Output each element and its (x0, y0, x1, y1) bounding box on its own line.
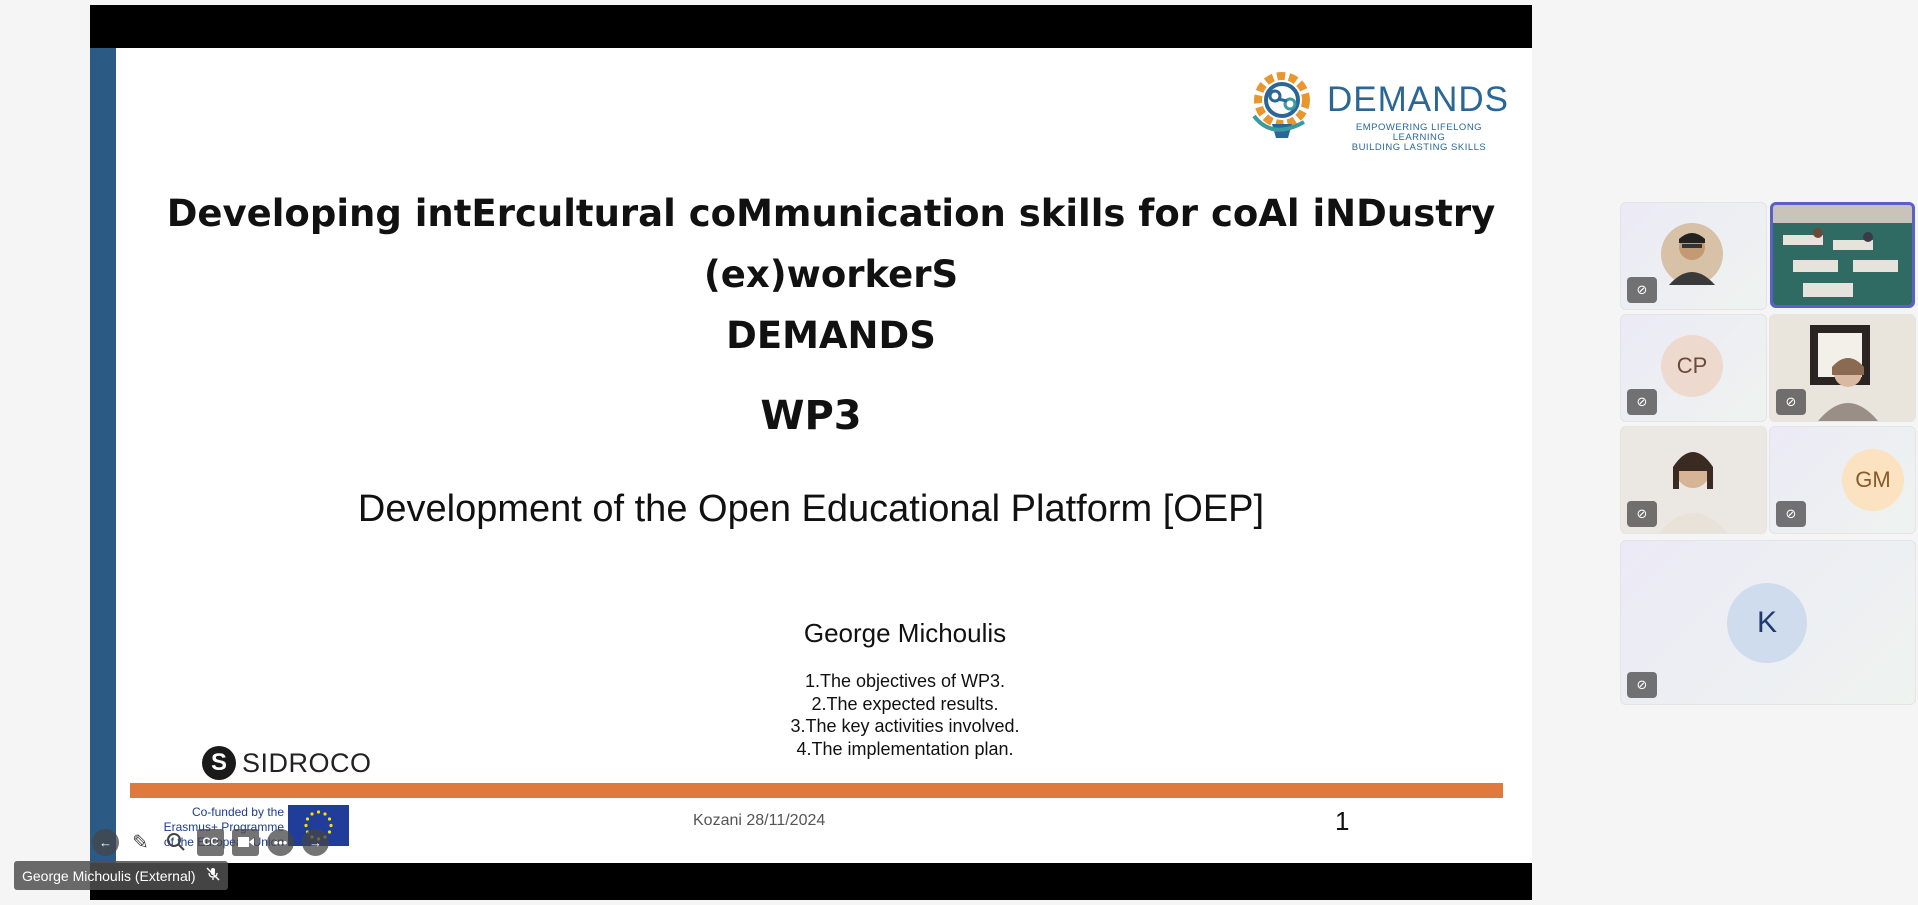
presenter-name-badge: George Michoulis (External) (14, 861, 228, 890)
slide-left-bar (90, 48, 116, 863)
slide-orange-bar (130, 783, 1503, 798)
presentation-toolbar: ← ✎ CC ••• → (92, 827, 329, 857)
search-icon[interactable] (162, 829, 189, 856)
workpackage-heading: WP3 (760, 393, 862, 439)
camera-icon[interactable] (232, 828, 259, 856)
mic-off-icon: ⊘ (1627, 672, 1657, 698)
video-feed-classroom (1773, 205, 1912, 305)
sidroco-logo: S SIDROCO (202, 744, 382, 784)
participant-tile[interactable]: GM ⊘ (1769, 426, 1916, 534)
slide-page-number: 1 (1335, 806, 1350, 836)
slide: DEMANDS EMPOWERING LIFELONG LEARNING BUI… (90, 48, 1532, 863)
presenter-name: George Michoulis (External) (22, 867, 196, 884)
slide-footer-date: Kozani 28/11/2024 (693, 812, 826, 829)
mic-off-icon: ⊘ (1776, 501, 1806, 527)
outline-item: 2.The expected results. (811, 693, 999, 714)
back-icon[interactable]: ← (92, 828, 119, 856)
demands-logo: DEMANDS EMPOWERING LIFELONG LEARNING BUI… (1242, 66, 1512, 153)
more-icon[interactable]: ••• (267, 828, 294, 856)
slide-outline: 1.The objectives of WP3. 2.The expected … (560, 670, 1250, 760)
slide-subtitle: Development of the Open Educational Plat… (357, 488, 1265, 530)
forward-icon[interactable]: → (302, 828, 329, 856)
mic-off-icon: ⊘ (1627, 389, 1657, 415)
presentation-stage: DEMANDS EMPOWERING LIFELONG LEARNING BUI… (90, 5, 1532, 900)
sidroco-logo-word: SIDROCO (242, 748, 372, 778)
sidroco-logo-mark: S (202, 746, 236, 780)
demands-logo-word: DEMANDS (1327, 80, 1510, 119)
slide-author: George Michoulis (803, 618, 1007, 648)
outline-item: 1.The objectives of WP3. (804, 671, 1006, 691)
participant-tile[interactable]: ⊘ (1769, 314, 1916, 422)
mic-off-icon: ⊘ (1776, 389, 1806, 415)
mic-off-icon: ⊘ (1627, 501, 1657, 527)
participant-tile[interactable]: CP ⊘ (1620, 314, 1767, 422)
demands-logo-tagline: EMPOWERING LIFELONG LEARNING BUILDING LA… (1351, 122, 1487, 153)
participant-tile[interactable]: ⊘ (1620, 202, 1767, 310)
slide-title-line-2: DEMANDS (726, 314, 936, 357)
mic-off-icon (205, 867, 220, 884)
avatar: GM (1842, 449, 1904, 511)
mic-off-icon: ⊘ (1627, 277, 1657, 303)
participant-tile[interactable]: K ⊘ (1620, 540, 1916, 705)
outline-item: 3.The key activities involved. (790, 716, 1020, 736)
avatar: CP (1661, 335, 1723, 397)
slide-title-line-1: Developing intErcultural coMmunication s… (166, 192, 1496, 296)
avatar (1661, 223, 1723, 285)
participant-tile[interactable]: ⊘ (1620, 426, 1767, 534)
slide-title: Developing intErcultural coMmunication s… (150, 183, 1512, 366)
outline-item: 4.The implementation plan. (796, 738, 1014, 759)
captions-icon[interactable]: CC (197, 828, 224, 856)
avatar: K (1727, 583, 1807, 663)
gear-bulb-icon (1252, 72, 1310, 138)
pen-icon[interactable]: ✎ (127, 829, 154, 856)
participant-tile-active[interactable] (1770, 202, 1915, 308)
